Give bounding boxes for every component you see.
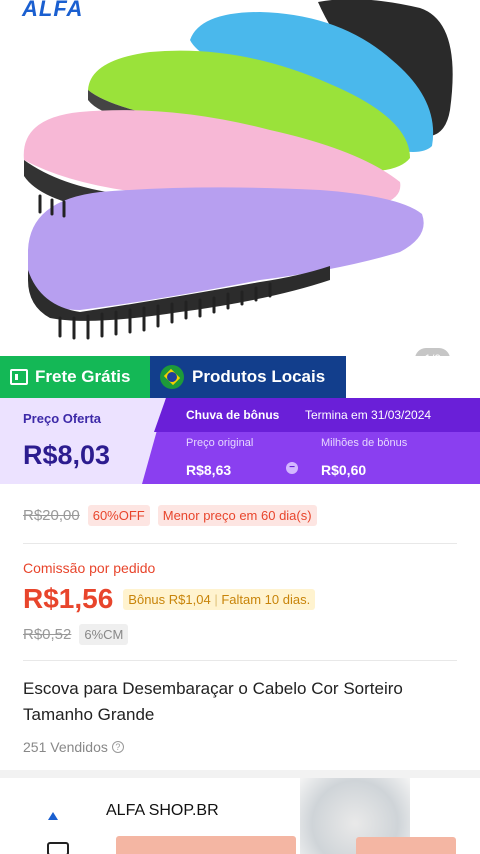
divider: [23, 660, 457, 661]
lowest-price-badge: Menor preço em 60 dia(s): [157, 505, 317, 526]
bonus-amount-value: R$0,60: [321, 462, 367, 478]
bonus-end-date: Termina em 31/03/2024: [305, 408, 432, 422]
commission-value: R$1,56: [23, 583, 114, 614]
sold-count-row: 251 Vendidos ?: [23, 739, 124, 755]
offer-price-label: Preço Oferta: [23, 411, 102, 426]
minus-icon: −: [286, 462, 298, 474]
commission-bonus: Bônus R$1,04: [128, 591, 211, 607]
offer-price-panel: Preço Oferta R$8,03: [0, 398, 168, 484]
commission-rate: 6%CM: [79, 624, 129, 645]
bonus-amount-label: Milhões de bônus: [321, 437, 408, 449]
image-counter: 1/9: [415, 348, 450, 356]
local-products-label: Produtos Locais: [192, 367, 326, 386]
old-price: R$20,00: [23, 507, 80, 524]
brazil-flag-icon: [160, 365, 184, 389]
commission-remaining: Faltam 10 dias.: [221, 591, 311, 607]
price-banner: Preço Oferta R$8,03 Chuva de bônus Termi…: [0, 398, 480, 484]
old-commission-row: R$0,52 6%CM: [23, 624, 129, 645]
section-gap: [0, 770, 480, 778]
shop-logo-icon: [48, 812, 58, 820]
store-icon: [47, 842, 69, 854]
free-shipping-badge: Frete Grátis: [0, 356, 150, 398]
bonus-title: Chuva de bônus: [186, 408, 280, 422]
local-products-badge: Produtos Locais: [150, 356, 346, 398]
original-price-value: R$8,63: [186, 462, 232, 478]
original-price-label: Preço original: [186, 437, 254, 449]
product-page: ALFA 1/9 Frete Grátis Produtos Locais Pr…: [0, 0, 480, 854]
brand-logo: ALFA: [22, 0, 84, 21]
shop-name[interactable]: ALFA SHOP.BR: [106, 802, 219, 820]
badges-row: Frete Grátis Produtos Locais: [0, 356, 480, 398]
shop-section[interactable]: ALFA SHOP.BR: [0, 778, 480, 854]
commission-bonus-badge: Bônus R$1,04 | Faltam 10 dias.: [123, 588, 316, 610]
commission-row: R$1,56 Bônus R$1,04 | Faltam 10 dias.: [23, 583, 316, 615]
free-shipping-label: Frete Grátis: [35, 367, 131, 386]
discount-badge: 60%OFF: [87, 505, 150, 526]
product-title: Escova para Desembaraçar o Cabelo Cor So…: [23, 679, 403, 724]
shop-promo-banner: [116, 836, 296, 854]
offer-price-value: R$8,03: [23, 440, 111, 470]
divider: [23, 543, 457, 544]
commission-label: Comissão por pedido: [23, 560, 156, 576]
hairbrush-illustration: [23, 0, 453, 340]
price-info-row: R$20,00 60%OFF Menor preço em 60 dia(s): [23, 505, 317, 526]
help-icon[interactable]: ?: [111, 741, 124, 753]
sold-count: 251 Vendidos: [23, 739, 108, 755]
shop-action-button[interactable]: [356, 837, 456, 854]
product-image[interactable]: ALFA 1/9: [0, 0, 480, 356]
old-commission: R$0,52: [23, 626, 72, 643]
shipping-icon: [10, 369, 28, 385]
